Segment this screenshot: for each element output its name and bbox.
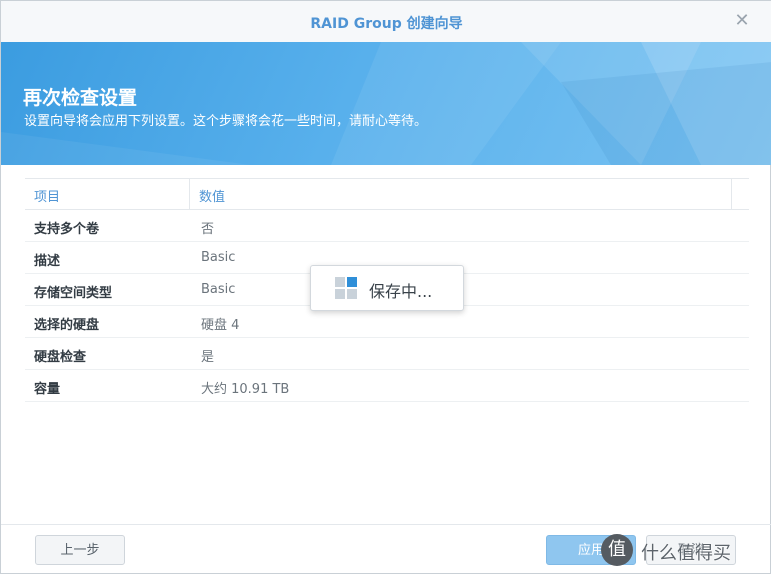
header-banner: 再次检查设置 设置向导将会应用下列设置。这个步骤将会花一些时间，请耐心等待。 — [1, 42, 771, 165]
footer-divider — [1, 524, 771, 525]
watermark-badge-icon: 值 — [601, 534, 633, 566]
row-value: Basic — [201, 250, 236, 265]
row-value: 硬盘 4 — [201, 318, 240, 333]
row-value: 是 — [201, 350, 215, 365]
column-header-value[interactable]: 数值 — [199, 186, 225, 205]
table-header: 项目 数值 — [25, 178, 749, 210]
previous-button[interactable]: 上一步 — [35, 535, 125, 565]
close-icon[interactable]: ✕ — [732, 11, 752, 31]
title-bar[interactable]: RAID Group 创建向导 ✕ — [1, 1, 771, 43]
wizard-window: RAID Group 创建向导 ✕ 再次检查设置 设置向导将会应用下列设置。这个… — [0, 0, 771, 574]
row-value: 否 — [201, 222, 215, 237]
row-key: 容量 — [34, 382, 61, 397]
column-divider[interactable] — [189, 179, 190, 209]
row-value: 大约 10.91 TB — [201, 382, 290, 397]
row-value: Basic — [201, 282, 236, 297]
loading-tiles-icon — [335, 277, 357, 299]
header-title: 再次检查设置 — [23, 87, 138, 109]
row-key: 存储空间类型 — [34, 286, 113, 301]
column-divider[interactable] — [731, 179, 732, 209]
watermark: 值 什么值得买 — [601, 532, 771, 568]
table-row: 支持多个卷 否 — [25, 210, 749, 242]
saving-dialog: 保存中... — [310, 265, 464, 311]
window-title: RAID Group 创建向导 — [310, 16, 463, 32]
saving-text: 保存中... — [369, 282, 433, 301]
row-key: 硬盘检查 — [34, 350, 87, 365]
row-key: 选择的硬盘 — [34, 318, 100, 333]
row-key: 描述 — [34, 254, 61, 269]
table-row: 硬盘检查 是 — [25, 338, 749, 370]
header-subtitle: 设置向导将会应用下列设置。这个步骤将会花一些时间，请耐心等待。 — [24, 114, 428, 129]
row-key: 支持多个卷 — [34, 222, 100, 237]
column-header-item[interactable]: 项目 — [34, 186, 60, 205]
watermark-text: 什么值得买 — [641, 543, 731, 564]
table-row: 容量 大约 10.91 TB — [25, 370, 749, 402]
